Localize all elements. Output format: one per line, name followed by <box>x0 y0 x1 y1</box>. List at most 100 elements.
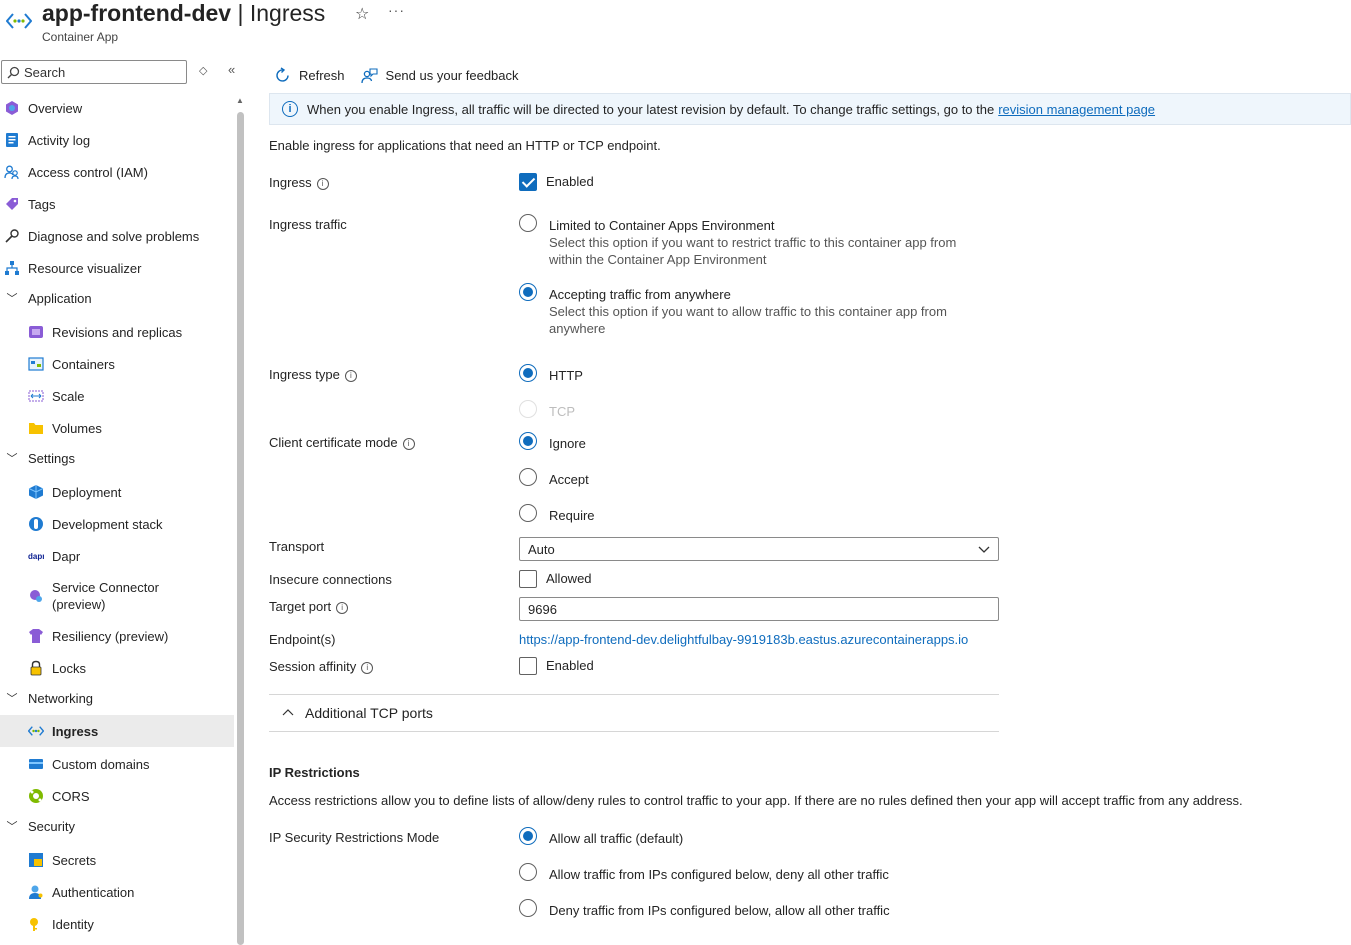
deployment-icon <box>28 484 44 500</box>
info-icon[interactable]: i <box>402 437 415 450</box>
sidebar-item-service-connector[interactable]: Service Connector (preview) <box>0 577 234 615</box>
sidebar-group-label: Settings <box>28 450 75 466</box>
endpoint-url-link[interactable]: https://app-frontend-dev.delightfulbay-9… <box>519 632 968 647</box>
sidebar-item-custom-domains[interactable]: Custom domains <box>0 749 234 779</box>
sidebar-group-security[interactable]: ﹀ Security <box>0 811 234 841</box>
sidebar-item-containers[interactable]: Containers <box>0 349 234 379</box>
more-options-icon[interactable]: ··· <box>388 2 405 18</box>
ip-allow-all-radio[interactable]: Allow all traffic (default) <box>519 827 683 847</box>
ip-restrictions-heading: IP Restrictions <box>269 765 360 780</box>
sidebar-item-resource-visualizer[interactable]: Resource visualizer <box>0 253 234 283</box>
feedback-button[interactable]: Send us your feedback <box>360 67 519 84</box>
endpoints-label: Endpoint(s) <box>269 632 336 647</box>
additional-tcp-ports-toggle[interactable]: Additional TCP ports <box>282 705 433 721</box>
client-cert-require-radio[interactable]: Require <box>519 504 595 524</box>
radio-button[interactable] <box>519 468 537 486</box>
sidebar-item-diagnose[interactable]: Diagnose and solve problems <box>0 221 234 251</box>
sidebar-item-scale[interactable]: Scale <box>0 381 234 411</box>
ingress-enabled-checkbox[interactable]: Enabled <box>519 173 594 191</box>
revision-management-link[interactable]: revision management page <box>998 102 1155 117</box>
sidebar-item-dapr[interactable]: dapr Dapr <box>0 541 234 571</box>
collapse-menu-icon[interactable]: « <box>228 62 235 77</box>
activity-log-icon <box>4 132 20 148</box>
sidebar-item-cors[interactable]: CORS <box>0 781 234 811</box>
sidebar-item-volumes[interactable]: Volumes <box>0 413 234 443</box>
radio-button-selected[interactable] <box>519 364 537 382</box>
ip-allow-listed-radio[interactable]: Allow traffic from IPs configured below,… <box>519 863 889 883</box>
traffic-anywhere-radio[interactable]: Accepting traffic from anywhere Select t… <box>519 283 979 337</box>
checkbox-label: Allowed <box>546 571 592 586</box>
ip-deny-listed-radio[interactable]: Deny traffic from IPs configured below, … <box>519 899 890 919</box>
sidebar-item-activity-log[interactable]: Activity log <box>0 125 234 155</box>
authentication-icon <box>28 884 44 900</box>
sidebar-scrollbar[interactable]: ▲ <box>236 96 244 945</box>
search-input[interactable] <box>24 63 184 81</box>
sidebar-item-revisions[interactable]: Revisions and replicas <box>0 317 234 347</box>
expand-collapse-icon[interactable]: ◇ <box>199 64 207 77</box>
sidebar-item-development-stack[interactable]: Development stack <box>0 509 234 539</box>
sidebar-item-resiliency[interactable]: Resiliency (preview) <box>0 621 234 651</box>
refresh-label: Refresh <box>299 67 345 83</box>
page-header: app-frontend-dev | Ingress Container App… <box>0 0 1351 52</box>
checkbox-checked[interactable] <box>519 173 537 191</box>
chevron-down-icon: ﹀ <box>6 821 18 833</box>
radio-label: TCP <box>549 404 575 419</box>
refresh-button[interactable]: Refresh <box>274 66 345 84</box>
sidebar-item-locks[interactable]: Locks <box>0 653 234 683</box>
client-cert-accept-radio[interactable]: Accept <box>519 468 589 488</box>
ingress-icon <box>28 723 44 739</box>
radio-button[interactable] <box>519 899 537 917</box>
client-cert-ignore-radio[interactable]: Ignore <box>519 432 586 452</box>
session-affinity-checkbox[interactable]: Enabled <box>519 657 594 675</box>
sidebar-item-deployment[interactable]: Deployment <box>0 477 234 507</box>
sidebar-item-overview[interactable]: Overview <box>0 93 234 123</box>
sidebar-item-label: Service Connector (preview) <box>52 580 159 612</box>
checkbox[interactable] <box>519 570 537 588</box>
radio-button[interactable] <box>519 214 537 232</box>
insecure-allowed-checkbox[interactable]: Allowed <box>519 570 592 588</box>
sidebar-group-settings[interactable]: ﹀ Settings <box>0 443 234 473</box>
info-icon[interactable]: i <box>361 661 374 674</box>
info-icon[interactable]: i <box>344 369 357 382</box>
feedback-icon <box>360 67 378 83</box>
transport-dropdown[interactable]: Auto <box>519 537 999 561</box>
chevron-down-icon: ﹀ <box>6 293 18 305</box>
sidebar-item-label: Containers <box>52 356 115 372</box>
sidebar-item-label: Overview <box>28 100 83 116</box>
favorite-star-icon[interactable]: ☆ <box>355 4 369 24</box>
overview-icon <box>4 100 20 116</box>
development-stack-icon <box>28 516 44 532</box>
radio-button-selected[interactable] <box>519 283 537 301</box>
radio-label: Allow traffic from IPs configured below,… <box>549 867 889 882</box>
sidebar-item-identity[interactable]: Identity <box>0 909 234 939</box>
checkbox[interactable] <box>519 657 537 675</box>
sidebar-item-tags[interactable]: Tags <box>0 189 234 219</box>
sidebar-item-ingress[interactable]: Ingress <box>0 715 234 747</box>
radio-button[interactable] <box>519 504 537 522</box>
search-box[interactable] <box>1 60 187 84</box>
scrollbar-thumb[interactable] <box>237 112 244 945</box>
traffic-limited-radio[interactable]: Limited to Container Apps Environment Se… <box>519 214 979 268</box>
sidebar-item-label: Resiliency (preview) <box>52 628 169 644</box>
radio-label: Limited to Container Apps Environment <box>549 218 775 233</box>
info-icon[interactable]: i <box>316 177 329 190</box>
scroll-up-icon[interactable]: ▲ <box>236 96 244 105</box>
sidebar-item-label: Dapr <box>52 548 81 564</box>
sidebar-item-authentication[interactable]: Authentication <box>0 877 234 907</box>
sidebar-item-secrets[interactable]: Secrets <box>0 845 234 875</box>
sidebar-item-label: Scale <box>52 388 85 404</box>
dapr-icon: dapr <box>28 548 44 564</box>
target-port-input[interactable] <box>519 597 999 621</box>
info-icon[interactable]: i <box>336 601 349 614</box>
radio-button[interactable] <box>519 863 537 881</box>
sidebar-group-networking[interactable]: ﹀ Networking <box>0 683 234 713</box>
radio-button-selected[interactable] <box>519 432 537 450</box>
sidebar-group-application[interactable]: ﹀ Application <box>0 283 234 313</box>
sidebar-item-label: CORS <box>52 788 90 804</box>
sidebar-item-access-control[interactable]: Access control (IAM) <box>0 157 234 187</box>
custom-domains-icon <box>28 756 44 772</box>
sidebar-item-label: Diagnose and solve problems <box>28 228 200 244</box>
ingress-type-http-radio[interactable]: HTTP <box>519 364 583 384</box>
sidebar-item-label: Revisions and replicas <box>52 324 183 340</box>
radio-button-selected[interactable] <box>519 827 537 845</box>
